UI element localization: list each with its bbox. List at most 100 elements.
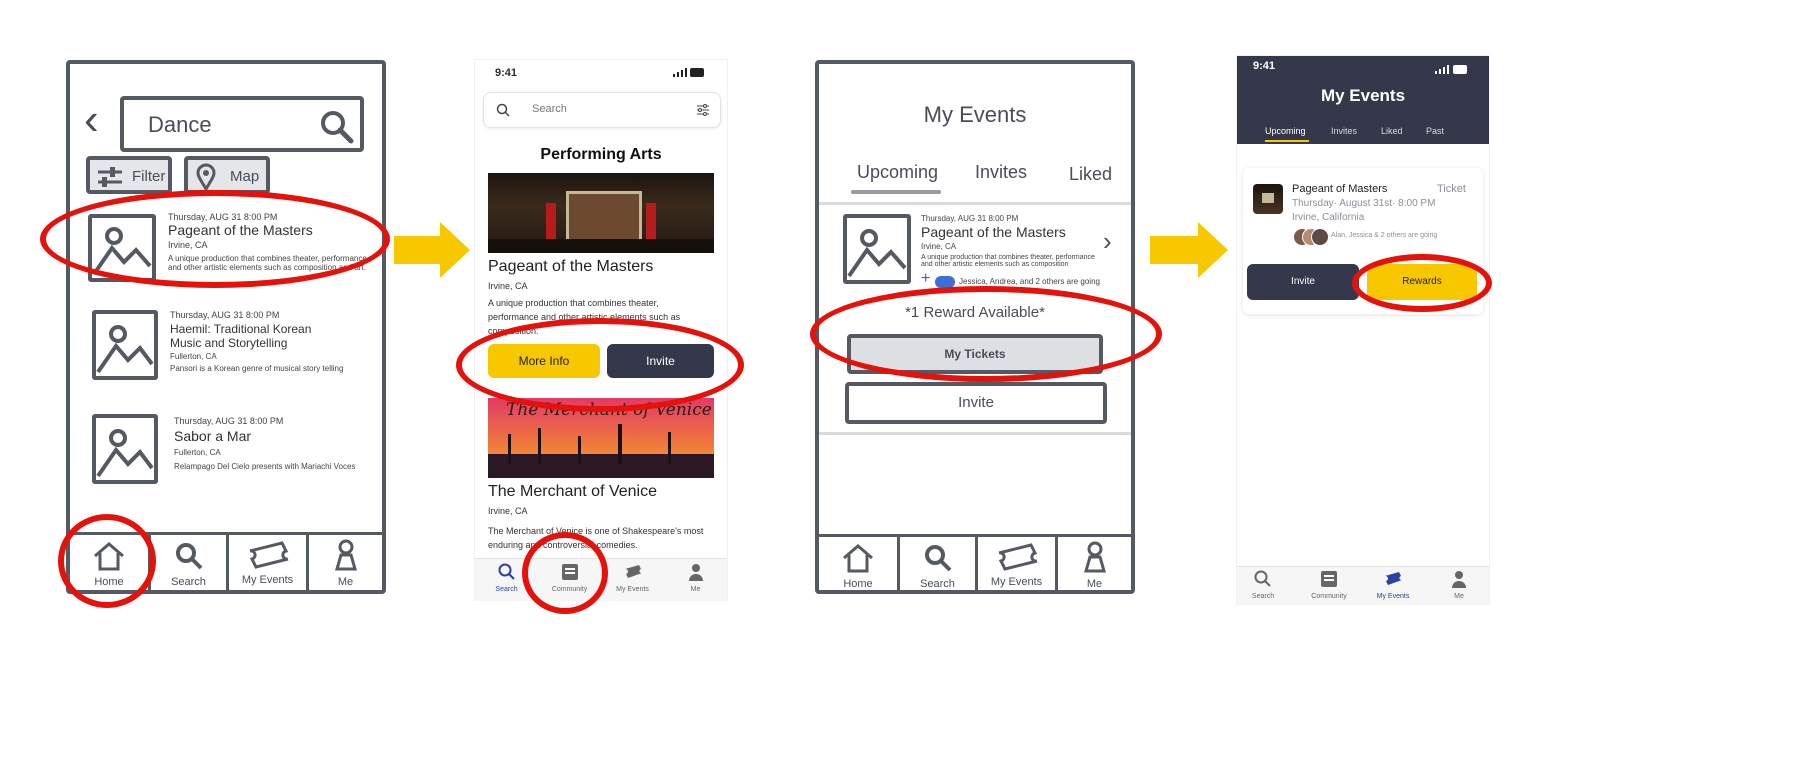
tab-search[interactable]: Search: [475, 563, 538, 593]
signal-icon: [673, 68, 687, 77]
invite-button[interactable]: Invite: [607, 344, 714, 378]
list-item[interactable]: Thursday, AUG 31 8:00 PM Pageant of the …: [70, 204, 382, 294]
tab-upcoming[interactable]: Upcoming: [857, 162, 938, 183]
tab-me[interactable]: Me: [1433, 570, 1485, 600]
event-datetime: Thursday· August 31st· 8:00 PM: [1292, 198, 1436, 209]
signal-icon: [1435, 65, 1449, 74]
tab-label: My Events: [616, 586, 649, 593]
chevron-right-icon[interactable]: ›: [1103, 226, 1112, 257]
tab-label: Search: [495, 586, 518, 593]
tab-label: Me: [1454, 593, 1464, 600]
invite-button[interactable]: Invite: [845, 382, 1107, 424]
phone-search-screen: 9:41 Search Performing Arts Pageant of t…: [475, 60, 727, 601]
going-text: Jessica, Andrea, and 2 others are going: [959, 277, 1100, 286]
tab-label: Search: [920, 578, 955, 590]
person-icon: [688, 564, 703, 581]
search-placeholder: Search: [532, 103, 567, 115]
search-icon[interactable]: [320, 110, 354, 144]
tab-my-events[interactable]: My Events: [601, 563, 664, 593]
event-image-theater[interactable]: [488, 173, 714, 253]
tab-liked[interactable]: Liked: [1381, 126, 1403, 136]
back-chevron-icon[interactable]: ‹: [84, 98, 99, 142]
tab-me[interactable]: Me: [1055, 537, 1131, 590]
search-icon: [496, 103, 510, 117]
image-placeholder-icon: [92, 414, 158, 484]
person-icon: [334, 539, 357, 571]
tab-label: My Events: [1376, 593, 1410, 600]
tab-invites[interactable]: Invites: [975, 162, 1027, 183]
ticket-icon: [998, 543, 1037, 571]
tab-label: Search: [1251, 593, 1275, 600]
tab-my-events[interactable]: My Events: [1367, 570, 1419, 600]
tab-my-events[interactable]: My Events: [226, 535, 306, 590]
plus-icon[interactable]: +: [921, 270, 930, 288]
tab-invites[interactable]: Invites: [1331, 126, 1357, 136]
map-button[interactable]: Map: [184, 156, 270, 194]
page-title: My Events: [1320, 86, 1406, 105]
tab-search[interactable]: Search: [1237, 570, 1289, 600]
ticket-label[interactable]: Ticket: [1437, 183, 1466, 195]
invite-label: Invite: [958, 394, 994, 411]
going-text: Alan, Jessica & 2 others are going: [1331, 232, 1438, 239]
tab-my-events[interactable]: My Events: [975, 537, 1055, 590]
filter-button[interactable]: Filter: [86, 156, 172, 194]
avatar: [935, 276, 955, 288]
tab-label: Me: [337, 576, 354, 588]
card-location: Irvine, CA: [488, 281, 528, 291]
tab-liked[interactable]: Liked: [1069, 164, 1112, 185]
tab-label: Community: [1311, 593, 1347, 600]
tab-me[interactable]: Me: [306, 535, 382, 590]
event-description: A unique production that combines theate…: [168, 254, 367, 272]
search-text: Dance: [148, 112, 212, 137]
event-date: Thursday, AUG 31 8:00 PM: [174, 416, 284, 426]
tab-label: Community: [551, 586, 588, 593]
home-icon: [843, 544, 873, 573]
status-icons: [1435, 61, 1469, 79]
more-info-button[interactable]: More Info: [488, 344, 600, 378]
event-title: Haemil: Traditional Korean Music and Sto…: [170, 322, 312, 350]
reward-text: *1 Reward Available*: [905, 304, 1045, 321]
tab-home[interactable]: Home: [819, 537, 897, 590]
tab-me[interactable]: Me: [664, 563, 727, 593]
person-icon: [1452, 571, 1466, 588]
status-time: 9:41: [1253, 60, 1276, 72]
card-description: A unique production that combines theate…: [488, 298, 681, 336]
avatar: [1311, 228, 1329, 246]
event-date: Thursday, AUG 31 8:00 PM: [921, 214, 1019, 223]
list-item[interactable]: Thursday, AUG 31 8:00 PM Haemil: Traditi…: [70, 304, 382, 394]
tab-label: My Events: [241, 574, 294, 586]
flow-arrow-head: [1198, 222, 1228, 278]
home-icon: [94, 542, 124, 571]
search-input[interactable]: Search: [483, 92, 721, 128]
tab-label: My Events: [990, 576, 1043, 588]
tab-search[interactable]: Search: [148, 535, 226, 590]
ticket-icon: [1385, 572, 1402, 585]
my-tickets-button[interactable]: My Tickets: [847, 334, 1103, 374]
event-date: Thursday, AUG 31 8:00 PM: [168, 212, 278, 222]
divider: [819, 432, 1131, 435]
event-image-venice[interactable]: The Merchant of Venice: [488, 398, 714, 478]
tab-community[interactable]: Community: [1303, 570, 1355, 600]
filter-icon[interactable]: [696, 103, 710, 117]
event-card[interactable]: Pageant of Masters Ticket Thursday· Augu…: [1243, 168, 1483, 314]
flow-arrow: [1150, 236, 1198, 264]
tab-bar: Home Search My Events Me: [70, 532, 382, 590]
tab-bar: Search Community My Events Me: [475, 558, 727, 601]
tab-upcoming[interactable]: Upcoming: [1265, 126, 1306, 136]
battery-icon: [689, 68, 704, 77]
search-icon: [175, 543, 202, 570]
invite-button[interactable]: Invite: [1247, 264, 1359, 300]
avatar-group: [1293, 228, 1329, 246]
tab-past[interactable]: Past: [1426, 126, 1444, 136]
header: 9:41 My Events Upcoming Invites Liked Pa…: [1237, 56, 1489, 144]
list-item[interactable]: Thursday, AUG 31 8:00 PM Sabor a Mar Ful…: [70, 410, 382, 500]
tab-search[interactable]: Search: [897, 537, 975, 590]
event-title: Pageant of the Masters: [921, 224, 1066, 240]
rewards-button[interactable]: Rewards: [1367, 264, 1477, 300]
phone-my-events-screen: 9:41 My Events Upcoming Invites Liked Pa…: [1237, 56, 1489, 605]
event-title: Pageant of the Masters: [168, 222, 313, 238]
search-input[interactable]: Dance: [120, 96, 364, 152]
tab-home[interactable]: Home: [70, 535, 148, 590]
tab-community[interactable]: Community: [538, 563, 601, 593]
event-date: Thursday, AUG 31 8:00 PM: [170, 310, 280, 320]
